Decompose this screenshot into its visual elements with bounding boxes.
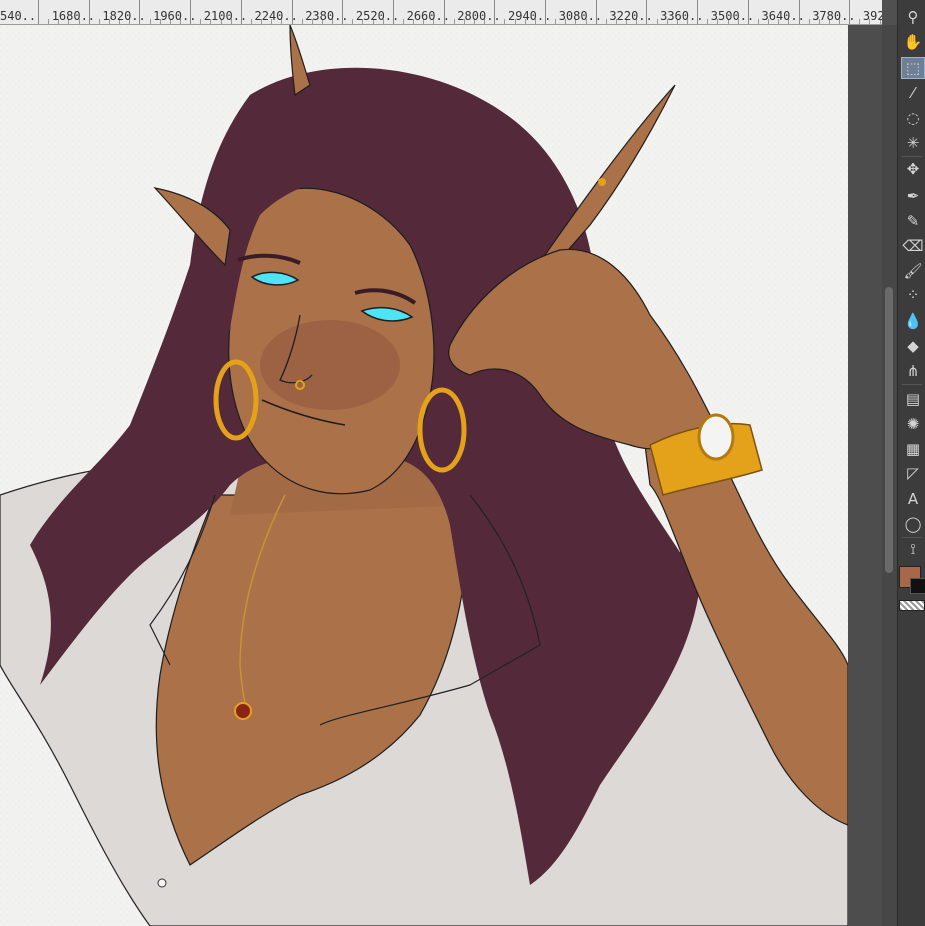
ruler-tick-label: 392 (862, 9, 882, 23)
eyedropper-icon: ⁄ (911, 83, 915, 102)
sub-color-swatch[interactable] (910, 578, 925, 594)
tool-palette: ⚲ ✋ ⬚ ⁄ ◌ ✳ ✥ ✒ ✎ ⌫ 🖌 ⁘ 💧 ◆ ⋔ ▤ ✺ ▦ ◸ A ◯ ⟟ (897, 0, 925, 926)
airbrush-icon: ⁘ (906, 285, 920, 304)
shirt-button (157, 878, 167, 888)
ruler-minor-tick (808, 19, 810, 24)
canvas-artwork[interactable] (0, 25, 848, 926)
ruler-minor-tick (149, 19, 151, 24)
pen-nib-icon: ✒ (906, 186, 920, 205)
decoration-tool[interactable]: ⋔ (901, 360, 925, 382)
concentric-lines-icon: ✺ (906, 414, 920, 433)
ruler-tick-label: 3640.. (761, 9, 805, 23)
pencil-tool[interactable]: ✎ (901, 210, 925, 232)
operation-tool[interactable]: ⬚ (901, 57, 925, 79)
ruler-minor-tick (48, 19, 50, 24)
ruler-major-tick (38, 0, 39, 24)
ruler-tick-label: 1960.. (153, 9, 197, 23)
lasso-tool[interactable]: ◌ (901, 107, 925, 129)
tool-separator (902, 384, 922, 385)
ruler-minor-tick (707, 19, 709, 24)
grass-brush-icon: ⋔ (906, 361, 920, 380)
blend-drops-icon: 💧 (903, 311, 923, 330)
ruler-tool[interactable]: ◸ (901, 462, 925, 484)
pencil-icon: ✎ (906, 211, 920, 230)
ruler-tick-label: 3360.. (660, 9, 704, 23)
frame-border-icon: ▦ (905, 439, 921, 458)
ruler-minor-tick (757, 19, 759, 24)
eyedropper-tool[interactable]: ⁄ (901, 82, 925, 104)
speech-balloon-icon: ◯ (904, 514, 922, 533)
lasso-icon: ◌ (906, 108, 920, 127)
gradient-tool[interactable]: ▤ (901, 388, 925, 410)
ruler-minor-tick (555, 19, 557, 24)
ruler-tick-label: 2380.. (305, 9, 349, 23)
ruler-minor-tick (301, 19, 303, 24)
ruler-minor-tick (859, 19, 861, 24)
wristwatch-face (697, 413, 735, 461)
brush-tool[interactable]: 🖌 (901, 260, 925, 282)
ruler-tick-label: 2100.. (203, 9, 248, 23)
ruler-minor-tick (504, 19, 506, 24)
ruler-tick-label: 3780.. (812, 9, 856, 23)
ruler-tick-label: 3220.. (609, 9, 653, 23)
paint-bucket-icon: ◆ (907, 336, 919, 355)
necklace-pendant (234, 702, 252, 720)
ruler-tick-label: 1820.. (102, 9, 146, 23)
ruler-minor-tick (656, 19, 658, 24)
ruler-tick-label: 2660.. (406, 9, 450, 23)
balloon-tool[interactable]: ◯ (901, 513, 925, 535)
move-layer-tool[interactable]: ✥ (901, 158, 925, 180)
ruler-tick-label: 2940.. (508, 9, 552, 23)
ruler-minor-tick (352, 19, 354, 24)
ruler-tick-label: 2520.. (355, 9, 400, 23)
ruler-tick-label: 2800.. (457, 9, 501, 23)
correct-line-tool[interactable]: ⟟ (901, 538, 925, 560)
ruler-tick-label: 3080.. (558, 9, 603, 23)
transparent-color-swatch[interactable] (899, 600, 925, 611)
move-arrows-icon: ✥ (906, 159, 920, 178)
ruler-minor-tick (453, 19, 455, 24)
ruler-minor-tick (200, 19, 202, 24)
object-select-icon: ⬚ (905, 58, 921, 77)
ruler-minor-tick (605, 19, 607, 24)
eraser-tool[interactable]: ⌫ (901, 235, 925, 257)
ruler-minor-tick (98, 19, 100, 24)
magic-wand-icon: ✳ (906, 133, 920, 152)
hand-icon: ✋ (903, 32, 923, 51)
ruler-tick-label: 540.. (0, 9, 37, 23)
scrollbar-thumb[interactable] (885, 287, 893, 573)
figure-tool[interactable]: ✺ (901, 413, 925, 435)
airbrush-tool[interactable]: ⁘ (901, 284, 925, 306)
brush-icon: 🖌 (903, 261, 923, 280)
horizontal-ruler: 540.. 1680.. 1820.. 1960.. 2100.. 2240.. 2380.… (0, 0, 882, 25)
move-hand-tool[interactable]: ✋ (901, 31, 925, 53)
vertical-scrollbar[interactable] (882, 25, 897, 926)
ruler-minor-tick (403, 19, 405, 24)
ruler-triangle-icon: ◸ (907, 463, 919, 482)
frame-border-tool[interactable]: ▦ (901, 438, 925, 460)
ruler-tick-label: 2240.. (254, 9, 298, 23)
cheek-blush (260, 320, 400, 410)
correct-line-icon: ⟟ (910, 539, 916, 558)
fill-tool[interactable]: ◆ (901, 335, 925, 357)
tool-separator (902, 156, 922, 157)
ear-piercing (598, 178, 606, 186)
ruler-tick-label: 3500.. (710, 9, 755, 23)
text-tool[interactable]: A (901, 488, 925, 510)
pen-tool[interactable]: ✒ (901, 185, 925, 207)
ruler-minor-tick (250, 19, 252, 24)
zoom-tool[interactable]: ⚲ (901, 6, 925, 28)
magnifier-icon: ⚲ (907, 7, 919, 26)
blend-tool[interactable]: 💧 (901, 310, 925, 332)
ruler-corner (882, 0, 897, 24)
text-icon: A (907, 489, 919, 508)
ruler-tick-label: 1680.. (51, 9, 96, 23)
eraser-icon: ⌫ (902, 236, 924, 255)
magic-wand-tool[interactable]: ✳ (901, 132, 925, 154)
gradient-icon: ▤ (905, 389, 921, 408)
canvas-area[interactable] (0, 25, 882, 926)
